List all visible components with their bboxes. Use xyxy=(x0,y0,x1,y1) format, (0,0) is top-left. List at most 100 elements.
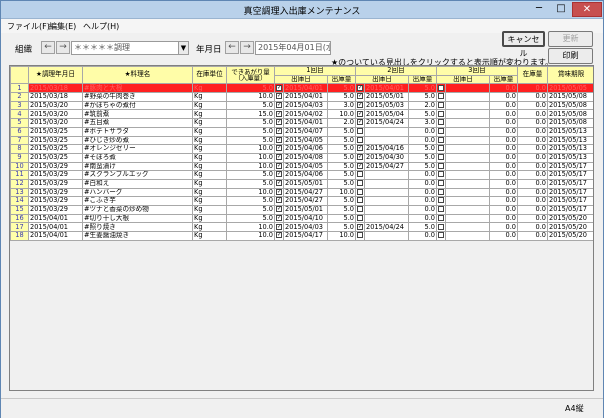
round1-checkbox[interactable]: ✓ xyxy=(274,213,284,224)
checkbox-icon[interactable] xyxy=(357,171,363,178)
cell-outqty-3[interactable]: 0.0 xyxy=(489,135,518,146)
cell-outqty-1[interactable]: 5.0 xyxy=(327,196,356,206)
table-row[interactable]: 2 2015/03/18 #野菜の牛肉巻き Kg 10.0 ✓ 2015/04/01 5.0 ✓… xyxy=(10,92,593,102)
cell-yield[interactable]: 5.0 xyxy=(226,135,275,146)
cell-date[interactable]: 2015/03/25 xyxy=(28,152,83,163)
cell-date[interactable]: 2015/03/25 xyxy=(28,135,83,146)
table-row[interactable]: 7 2015/03/25 #ひじき炒め煮 Kg 5.0 ✓ 2015/04/05 5.0 0.0… xyxy=(10,135,593,146)
round2-checkbox[interactable]: ✓ xyxy=(355,83,365,94)
cell-outqty-1[interactable]: 5.0 xyxy=(327,135,356,146)
checkbox-icon[interactable] xyxy=(438,163,444,169)
checkbox-icon[interactable]: ✓ xyxy=(276,102,282,108)
cell-outdate-2[interactable]: 2015/05/03 xyxy=(364,100,409,111)
cell-unit[interactable]: Kg xyxy=(192,118,227,128)
table-row[interactable]: 3 2015/03/20 #かぼちゃの煮付 Kg 5.0 ✓ 2015/04/03 3.0 ✓ 2… xyxy=(10,100,593,111)
cell-outqty-1[interactable]: 5.0 xyxy=(327,144,356,154)
cell-date[interactable]: 2015/03/29 xyxy=(28,187,83,198)
round2-checkbox[interactable] xyxy=(355,213,365,224)
cell-outdate-1[interactable]: 2015/04/05 xyxy=(283,135,328,146)
checkbox-icon[interactable]: ✓ xyxy=(357,84,363,91)
cell-outdate-3[interactable] xyxy=(445,161,490,172)
date-next-button[interactable]: → xyxy=(240,41,254,54)
checkbox-icon[interactable] xyxy=(357,128,363,134)
cell-expiry[interactable]: 2015/05/13 xyxy=(547,126,593,137)
col-header-name[interactable]: ★料理名 xyxy=(82,66,193,85)
cell-stock[interactable]: 0.0 xyxy=(517,109,548,120)
cell-outdate-3[interactable] xyxy=(445,83,490,94)
round1-checkbox[interactable]: ✓ xyxy=(274,178,284,189)
cell-outqty-1[interactable]: 10.0 xyxy=(327,187,356,198)
cell-date[interactable]: 2015/03/20 xyxy=(28,109,83,120)
cell-outdate-1[interactable]: 2015/04/10 xyxy=(283,213,328,224)
cell-expiry[interactable]: 2015/05/08 xyxy=(547,118,593,128)
round2-checkbox[interactable]: ✓ xyxy=(355,92,365,102)
table-row[interactable]: 11 2015/03/29 #スクランブルエッグ Kg 5.0 ✓ 2015/04/06 5.… xyxy=(10,170,593,180)
cell-outdate-3[interactable] xyxy=(445,152,490,163)
checkbox-icon[interactable]: ✓ xyxy=(276,163,282,169)
cell-date[interactable]: 2015/03/29 xyxy=(28,161,83,172)
cell-outqty-1[interactable]: 5.0 xyxy=(327,170,356,180)
checkbox-icon[interactable] xyxy=(438,110,444,117)
cell-name[interactable]: #ツナと香菜の炒め物 xyxy=(82,205,193,215)
checkbox-icon[interactable] xyxy=(357,180,363,187)
cell-date[interactable]: 2015/03/25 xyxy=(28,126,83,137)
cell-outdate-3[interactable] xyxy=(445,118,490,128)
cell-expiry[interactable]: 2015/05/05 xyxy=(547,83,593,94)
cell-outdate-3[interactable] xyxy=(445,126,490,137)
cell-unit[interactable]: Kg xyxy=(192,152,227,163)
cell-outdate-3[interactable] xyxy=(445,92,490,102)
cell-expiry[interactable]: 2015/05/20 xyxy=(547,222,593,233)
menu-file[interactable]: ファイル(F) xyxy=(7,21,50,32)
cell-outqty-2[interactable]: 5.0 xyxy=(408,92,437,102)
cell-yield[interactable]: 5.0 xyxy=(226,170,275,180)
round3-checkbox[interactable] xyxy=(436,152,446,163)
cell-outqty-2[interactable]: 5.0 xyxy=(408,83,437,94)
round3-checkbox[interactable] xyxy=(436,109,446,120)
cell-expiry[interactable]: 2015/05/20 xyxy=(547,213,593,224)
cell-outqty-1[interactable]: 2.0 xyxy=(327,118,356,128)
cell-yield[interactable]: 10.0 xyxy=(226,152,275,163)
cell-outdate-1[interactable]: 2015/04/02 xyxy=(283,109,328,120)
checkbox-icon[interactable] xyxy=(438,93,444,100)
cell-stock[interactable]: 0.0 xyxy=(517,213,548,224)
cell-outdate-2[interactable]: 2015/04/24 xyxy=(364,118,409,128)
cell-date[interactable]: 2015/03/20 xyxy=(28,100,83,111)
cell-date[interactable]: 2015/03/29 xyxy=(28,170,83,180)
round1-checkbox[interactable]: ✓ xyxy=(274,126,284,137)
cell-outdate-3[interactable] xyxy=(445,213,490,224)
date-field[interactable]: 2015年04月01日(水) xyxy=(255,41,331,55)
cell-outdate-3[interactable] xyxy=(445,231,490,241)
checkbox-icon[interactable] xyxy=(438,197,444,204)
cell-outdate-2[interactable] xyxy=(364,187,409,198)
checkbox-icon[interactable]: ✓ xyxy=(357,163,363,169)
checkbox-icon[interactable] xyxy=(438,171,444,178)
cell-outqty-1[interactable]: 5.0 xyxy=(327,92,356,102)
cell-outqty-3[interactable]: 0.0 xyxy=(489,213,518,224)
round3-checkbox[interactable] xyxy=(436,222,446,233)
cell-name[interactable]: #ハンバーグ xyxy=(82,187,193,198)
cell-outqty-1[interactable]: 5.0 xyxy=(327,83,356,94)
cell-outqty-3[interactable]: 0.0 xyxy=(489,187,518,198)
round3-checkbox[interactable] xyxy=(436,196,446,206)
round1-checkbox[interactable]: ✓ xyxy=(274,222,284,233)
date-prev-button[interactable]: ← xyxy=(225,41,239,54)
cell-outqty-3[interactable]: 0.0 xyxy=(489,170,518,180)
round3-checkbox[interactable] xyxy=(436,144,446,154)
cell-unit[interactable]: Kg xyxy=(192,100,227,111)
checkbox-icon[interactable] xyxy=(357,197,363,204)
cell-expiry[interactable]: 2015/05/13 xyxy=(547,144,593,154)
cell-outqty-3[interactable]: 0.0 xyxy=(489,109,518,120)
cell-outdate-1[interactable]: 2015/04/27 xyxy=(283,196,328,206)
checkbox-icon[interactable] xyxy=(438,206,444,213)
checkbox-icon[interactable]: ✓ xyxy=(276,189,282,195)
cell-name[interactable]: #ひじき炒め煮 xyxy=(82,135,193,146)
cell-date[interactable]: 2015/04/01 xyxy=(28,222,83,233)
cell-outqty-1[interactable]: 5.0 xyxy=(327,205,356,215)
round2-checkbox[interactable] xyxy=(355,187,365,198)
chevron-down-icon[interactable]: ▼ xyxy=(178,41,189,55)
cell-unit[interactable]: Kg xyxy=(192,144,227,154)
checkbox-icon[interactable]: ✓ xyxy=(276,223,282,230)
org-next-button[interactable]: → xyxy=(56,41,70,54)
cell-outqty-2[interactable]: 0.0 xyxy=(408,213,437,224)
cell-outdate-2[interactable] xyxy=(364,135,409,146)
